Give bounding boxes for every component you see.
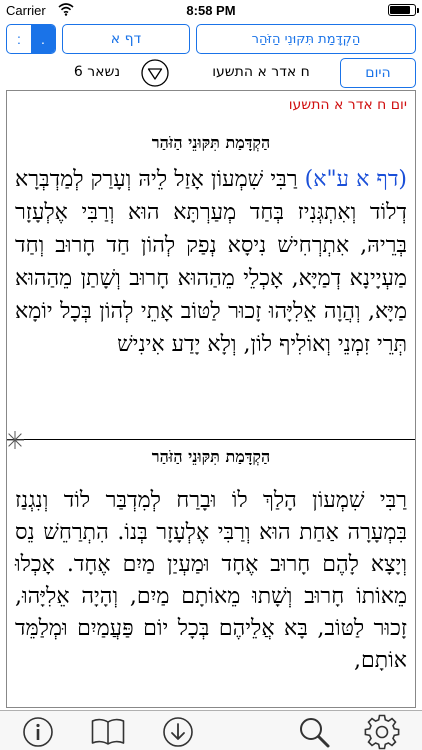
text-content-area[interactable]: יום ח אדר א התשעו הַקְדָּמַת תִּקּוּנֵי … <box>6 90 416 708</box>
info-icon[interactable] <box>20 715 56 749</box>
zohar-hebrew-pane[interactable]: הַקְדָּמַת תִּקּוּנֵי הַזֹּהַר רַבִּי שִ… <box>7 441 415 707</box>
status-time: 8:58 PM <box>186 3 236 18</box>
section-title: הַקְדָּמַת תִּקּוּנֵי הַזֹּהַר <box>151 133 271 152</box>
daf-reference: (דף א ע"א) <box>304 167 407 192</box>
segment-colon[interactable]: : <box>7 25 31 53</box>
aramaic-text-body: רַבִּי שִׁמְעוֹן אָזַל לֵיהּ וְעָרַק לְמ… <box>15 167 407 357</box>
pane-divider <box>7 439 415 440</box>
text-mode-segmented-control[interactable]: : . <box>6 24 56 54</box>
aramaic-text: (דף א ע"א) רַבִּי שִׁמְעוֹן אָזַל לֵיהּ … <box>15 163 407 361</box>
day-date-label: יום ח אדר א התשעו <box>288 97 407 113</box>
segment-dot[interactable]: . <box>31 25 55 53</box>
search-icon[interactable] <box>296 715 332 749</box>
today-button[interactable]: היום <box>340 58 416 88</box>
remaining-label: נשאר 6 <box>73 64 121 80</box>
daf-button[interactable]: דף א <box>62 24 190 54</box>
battery-icon <box>388 4 419 16</box>
section-button[interactable]: הַקְדָּמַת תִּקּוּנֵי הַזֹּהַר <box>196 24 416 54</box>
hebrew-translation-text: רַבִּי שִׁמְעוֹן הָלַךְ לוֹ וּבָרַח לְמִ… <box>15 488 407 673</box>
book-icon[interactable] <box>90 715 126 749</box>
gear-icon[interactable] <box>364 714 400 750</box>
hebrew-date: ח אדר א התשעו <box>212 64 310 80</box>
section-title-translation: הַקְדָּמַת תִּקּוּנֵי הַזֹּהַר <box>151 447 271 466</box>
status-bar: Carrier 8:58 PM <box>0 0 422 20</box>
bottom-tab-bar <box>0 710 422 750</box>
chevron-down-circle-icon[interactable] <box>140 58 170 88</box>
zohar-aramaic-pane[interactable]: יום ח אדר א התשעו הַקְדָּמַת תִּקּוּנֵי … <box>7 91 415 439</box>
download-icon[interactable] <box>160 715 196 749</box>
